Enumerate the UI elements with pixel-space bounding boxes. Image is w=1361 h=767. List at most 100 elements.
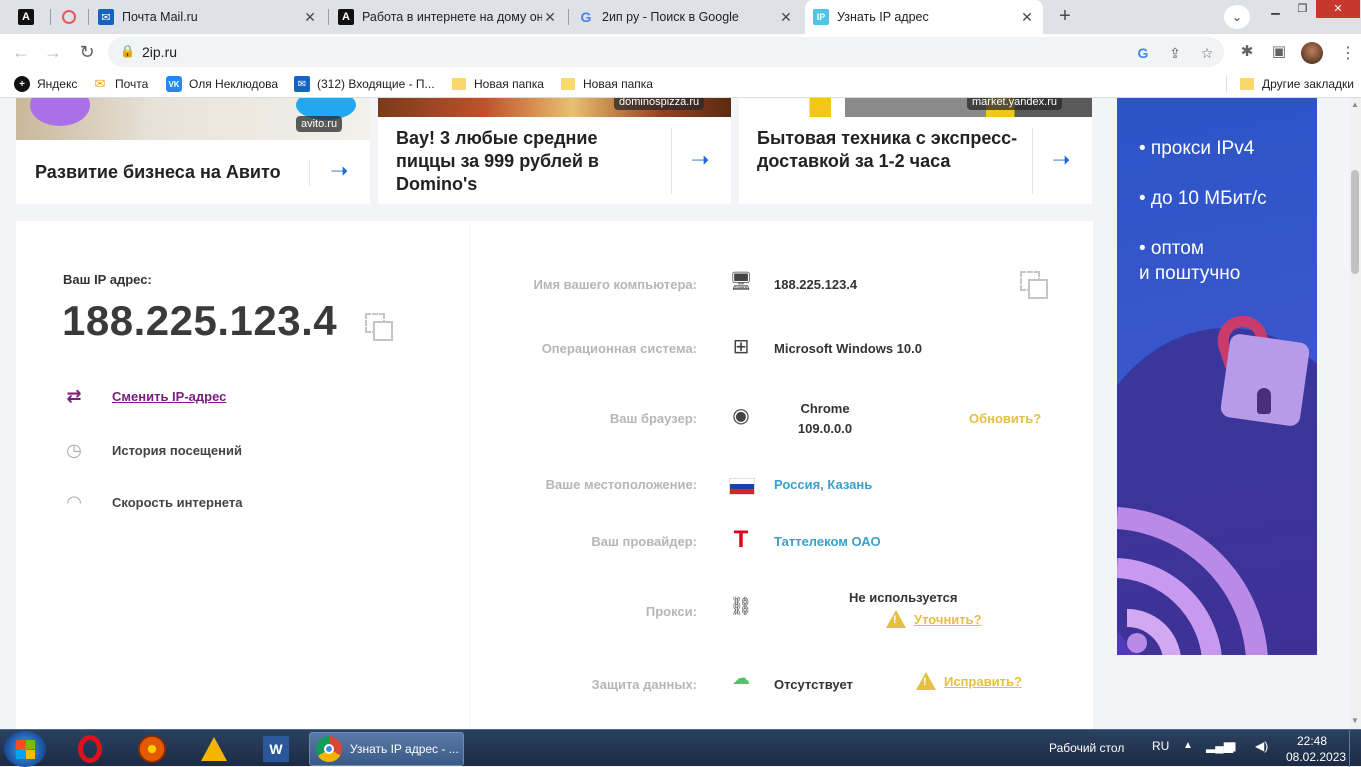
fix-protection-link[interactable]: Исправить?	[916, 672, 1022, 690]
page-content: avito.ru Развитие бизнеса на Авито ➝ dom…	[0, 98, 1349, 729]
aimp-app[interactable]	[186, 732, 242, 766]
start-button[interactable]	[4, 731, 46, 767]
copy-icon[interactable]	[1020, 271, 1048, 299]
word-app[interactable]: W	[248, 732, 304, 766]
windows-taskbar: W Узнать IP адрес - ... Рабочий стол RU …	[0, 729, 1361, 767]
bookmark-yandex[interactable]: + Яндекс	[14, 76, 77, 92]
bookmark-vk[interactable]: VK Оля Неклюдова	[166, 76, 278, 92]
bookmark-inbox[interactable]: ✉ (312) Входящие - П...	[294, 76, 435, 92]
change-ip-link[interactable]: ⇄ Сменить IP-адрес	[62, 386, 226, 407]
opera-app[interactable]	[62, 732, 118, 766]
proxy-label: Прокси:	[645, 604, 697, 619]
ad-card-market[interactable]: market.yandex.ru Бытовая техника с экспр…	[739, 98, 1092, 204]
ad-card-dominos[interactable]: dominospizza.ru Вау! 3 любые средние пиц…	[378, 98, 731, 204]
share-icon[interactable]: ⇪	[1166, 44, 1184, 62]
reload-button[interactable]: ↻	[76, 41, 98, 63]
close-tab-icon[interactable]: ✕	[778, 9, 794, 26]
scroll-up-icon[interactable]: ▲	[1351, 100, 1359, 109]
tab-search-button[interactable]: ⌄	[1224, 5, 1250, 29]
update-browser-link[interactable]: Обновить?	[969, 411, 1041, 426]
divider	[1032, 128, 1033, 194]
maximize-button[interactable]: ❐	[1289, 0, 1316, 18]
forward-button[interactable]: →	[42, 41, 64, 63]
tray-expand-icon[interactable]: ▲	[1183, 740, 1193, 751]
os-label: Операционная система:	[541, 341, 697, 356]
envelope-icon: ✉	[94, 76, 106, 91]
profile-avatar[interactable]	[1301, 42, 1323, 64]
close-tab-icon[interactable]: ✕	[302, 9, 318, 26]
language-indicator[interactable]: RU	[1152, 739, 1169, 753]
desktop-toolbar-label[interactable]: Рабочий стол	[1049, 741, 1124, 755]
tab-mail[interactable]: ✉ Почта Mail.ru ✕	[90, 0, 326, 34]
provider-value[interactable]: Таттелеком ОАО	[774, 534, 881, 549]
clarify-proxy-link[interactable]: Уточнить?	[886, 610, 982, 628]
browser-value: Chrome 109.0.0.0	[790, 401, 860, 436]
history-link[interactable]: ◷ История посещений	[62, 440, 242, 461]
chrome-icon: ◉	[732, 405, 750, 427]
computer-name-label: Имя вашего компьютера:	[533, 277, 697, 292]
google-icon: G	[580, 9, 592, 25]
sidebar-ad-proxy[interactable]: • прокси IPv4 • до 10 МБит/с • оптом и п…	[1117, 98, 1317, 655]
tab-pinned-2[interactable]	[54, 0, 86, 34]
ad-card-avito[interactable]: avito.ru Развитие бизнеса на Авито ➝	[16, 98, 370, 204]
tab-2ip-active[interactable]: IP Узнать IP адрес ✕	[805, 0, 1043, 34]
new-tab-button[interactable]: +	[1051, 5, 1079, 29]
os-value: Microsoft Windows 10.0	[774, 341, 922, 356]
location-label: Ваше местоположение:	[545, 477, 697, 492]
close-tab-icon[interactable]: ✕	[1019, 9, 1035, 26]
media-player-app[interactable]	[124, 732, 180, 766]
minimize-button[interactable]: ▁	[1262, 0, 1289, 18]
show-desktop-button[interactable]	[1349, 730, 1361, 767]
tab-work[interactable]: A Работа в интернете на дому онл ✕	[330, 0, 566, 34]
volume-icon[interactable]: ◀)	[1255, 739, 1268, 753]
tab-pinned-1[interactable]: A	[10, 0, 46, 34]
tab-separator	[328, 9, 329, 25]
bookmark-folder-2[interactable]: Новая папка	[560, 76, 653, 92]
lock-icon[interactable]: 🔒	[120, 44, 135, 58]
taskbar-chrome-task[interactable]: Узнать IP адрес - ...	[309, 732, 464, 766]
close-window-button[interactable]: ✕	[1316, 0, 1360, 18]
location-value[interactable]: Россия, Казань	[774, 477, 872, 492]
speed-link[interactable]: ◠ Скорость интернета	[62, 492, 242, 513]
tab-favicon-a: A	[18, 9, 34, 25]
address-bar[interactable]: 🔒 2ip.ru G ⇪ ☆	[108, 37, 1224, 67]
bookmark-label: (312) Входящие - П...	[317, 77, 435, 91]
ad-title: Развитие бизнеса на Авито	[35, 162, 281, 182]
tab-google[interactable]: G 2ип ру - Поиск в Google ✕	[570, 0, 802, 34]
copy-icon[interactable]	[365, 313, 393, 341]
computer-name-value: 188.225.123.4	[774, 277, 858, 292]
other-bookmarks[interactable]: Другие закладки	[1226, 76, 1354, 92]
info-panel: Имя вашего компьютера: 🖥 188.225.123.4 О…	[470, 221, 1093, 729]
clock-time[interactable]: 22:48	[1297, 734, 1327, 748]
close-tab-icon[interactable]: ✕	[542, 9, 558, 26]
browser-menu-icon[interactable]: ⋮	[1340, 43, 1356, 63]
battery-icon[interactable]: ▮	[1230, 739, 1237, 753]
page-scrollbar[interactable]: ▲ ▼	[1349, 98, 1361, 729]
provider-logo-icon: T	[733, 526, 749, 553]
scroll-thumb[interactable]	[1351, 170, 1359, 274]
bookmark-star-icon[interactable]: ☆	[1198, 44, 1216, 62]
extensions-icon[interactable]: ✱	[1238, 43, 1256, 61]
warning-icon	[916, 672, 936, 690]
browser-version: 109.0.0.0	[797, 421, 853, 436]
bookmark-label: Яндекс	[37, 77, 78, 91]
browser-name: Chrome	[800, 401, 850, 416]
proxy-value: Не используется	[849, 590, 958, 605]
back-button[interactable]: ←	[10, 41, 32, 63]
arrow-right-icon[interactable]: ➝	[1052, 147, 1070, 173]
scroll-down-icon[interactable]: ▼	[1351, 716, 1359, 725]
bookmark-folder-1[interactable]: Новая папка	[451, 76, 544, 92]
bookmark-mail[interactable]: ✉ Почта	[92, 76, 149, 92]
arrow-right-icon[interactable]: ➝	[691, 147, 709, 173]
decor-circle	[30, 98, 90, 126]
clarify-label: Уточнить?	[914, 611, 982, 627]
arrow-right-icon[interactable]: ➝	[330, 158, 348, 184]
ip-address: 188.225.123.4	[62, 297, 338, 344]
clock-date[interactable]: 08.02.2023	[1286, 750, 1346, 764]
signal-icon[interactable]: ▂▄▆	[1206, 739, 1233, 753]
ad-domain: avito.ru	[296, 116, 343, 132]
windows-logo	[16, 750, 25, 759]
side-panel-icon[interactable]: ▣	[1270, 43, 1288, 61]
fix-label: Исправить?	[944, 673, 1022, 689]
google-translate-icon[interactable]: G	[1134, 44, 1152, 62]
